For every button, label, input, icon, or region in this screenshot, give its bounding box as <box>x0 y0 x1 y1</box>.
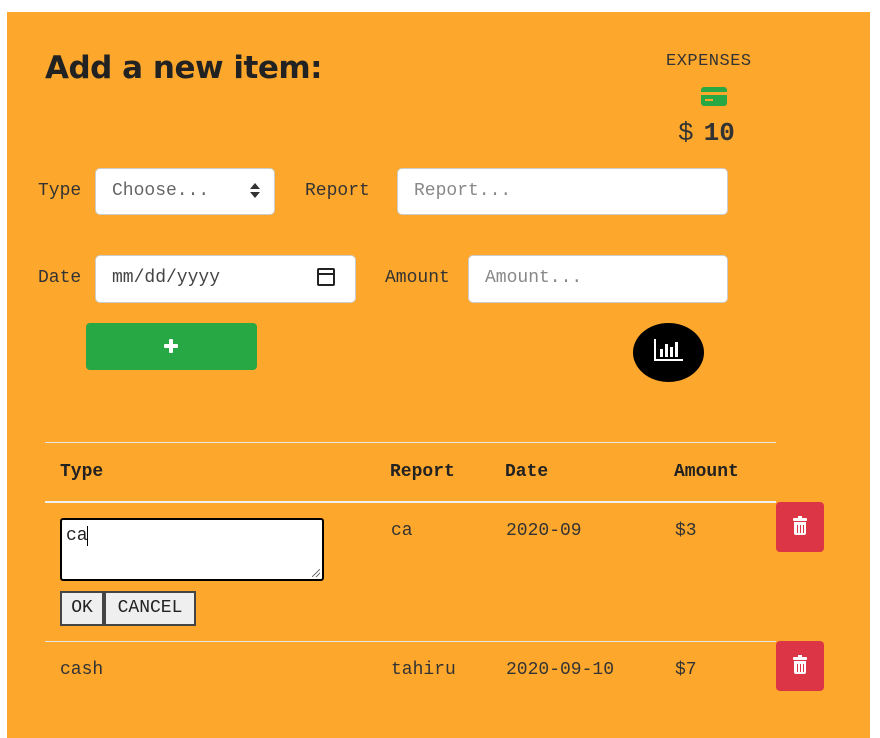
date-label: Date <box>38 268 82 288</box>
cancel-button[interactable]: CANCEL <box>104 591 196 626</box>
expenses-total-value: 10 <box>703 118 735 148</box>
form-panel <box>7 12 870 738</box>
row2-amount: $7 <box>675 660 697 680</box>
report-input[interactable]: Report... <box>397 168 728 215</box>
header-amount: Amount <box>674 462 739 482</box>
table-header-border <box>45 501 776 503</box>
row1-date: 2020-09 <box>506 521 582 541</box>
row1-amount: $3 <box>675 521 697 541</box>
text-caret <box>87 526 88 546</box>
amount-input[interactable]: Amount... <box>468 255 728 303</box>
header-type: Type <box>60 462 104 482</box>
row1-report: ca <box>391 521 413 541</box>
trash-icon <box>793 516 807 535</box>
header-report: Report <box>390 462 455 482</box>
type-edit-textarea[interactable]: ca <box>60 518 324 581</box>
ok-button[interactable]: OK <box>60 591 104 626</box>
report-placeholder: Report... <box>414 181 512 201</box>
row2-report: tahiru <box>391 660 456 680</box>
amount-placeholder: Amount... <box>485 268 583 288</box>
delete-button-row1[interactable] <box>776 502 824 552</box>
header-date: Date <box>505 462 549 482</box>
expenses-total: $10 <box>678 118 735 148</box>
type-select[interactable]: Choose... <box>95 168 275 215</box>
row-divider <box>45 641 776 642</box>
delete-button-row2[interactable] <box>776 641 824 691</box>
resize-handle-icon[interactable] <box>312 569 320 577</box>
type-select-value: Choose... <box>112 181 210 201</box>
table-top-border <box>45 442 776 443</box>
bar-chart-icon <box>654 339 683 361</box>
type-label: Type <box>38 181 82 201</box>
select-arrows-icon <box>250 183 260 199</box>
type-edit-value: ca <box>66 526 88 546</box>
trash-icon <box>793 655 807 674</box>
expenses-label: EXPENSES <box>666 52 752 71</box>
credit-card-icon <box>701 87 727 106</box>
date-placeholder: mm/dd/yyyy <box>112 268 221 288</box>
chart-button[interactable] <box>633 323 704 382</box>
page-title: Add a new item: <box>45 50 323 86</box>
row2-date: 2020-09-10 <box>506 660 615 680</box>
report-label: Report <box>305 181 370 201</box>
expenses-currency: $ <box>678 118 694 148</box>
amount-label: Amount <box>385 268 450 288</box>
date-input[interactable]: mm/dd/yyyy <box>95 255 356 303</box>
row2-type: cash <box>60 660 104 680</box>
calendar-icon[interactable] <box>317 268 335 286</box>
add-item-button[interactable] <box>86 323 257 370</box>
